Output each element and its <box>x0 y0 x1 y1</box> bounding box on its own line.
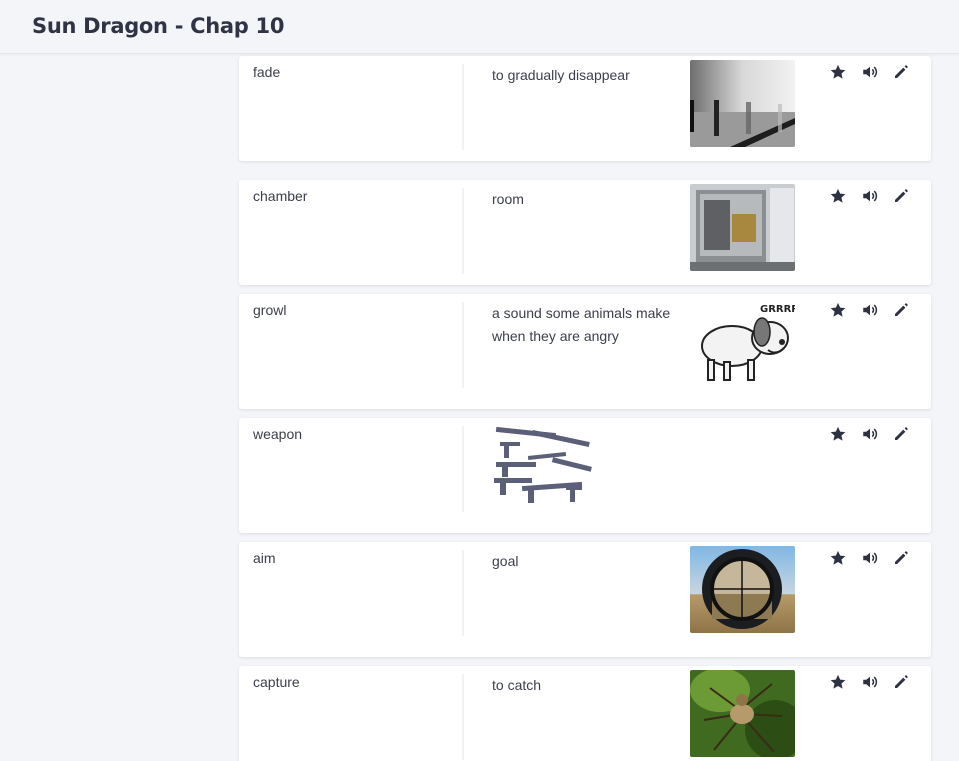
card-term: growl <box>253 302 287 318</box>
card-definition: a sound some animals make when they are … <box>492 305 671 344</box>
card-divider <box>462 550 464 636</box>
growl-image-text: GRRRR! <box>760 304 795 315</box>
vocab-card: chamber room <box>239 180 931 285</box>
card-definition: goal <box>492 553 519 569</box>
card-term: chamber <box>253 188 308 204</box>
vocab-card: weapon <box>239 418 931 533</box>
pencil-icon[interactable] <box>892 63 910 81</box>
card-divider <box>462 426 464 512</box>
pencil-icon[interactable] <box>892 301 910 319</box>
star-icon[interactable] <box>829 673 847 691</box>
card-actions <box>829 673 919 691</box>
card-divider <box>462 302 464 388</box>
speaker-icon[interactable] <box>861 187 879 205</box>
speaker-icon[interactable] <box>861 301 879 319</box>
pencil-icon[interactable] <box>892 549 910 567</box>
pencil-icon[interactable] <box>892 425 910 443</box>
card-image <box>690 60 795 147</box>
card-divider <box>462 188 464 274</box>
card-term: weapon <box>253 426 303 442</box>
speaker-icon[interactable] <box>861 673 879 691</box>
vocab-card: aim goal <box>239 542 931 657</box>
vocab-card: capture to catch <box>239 666 931 761</box>
card-divider <box>462 674 464 760</box>
star-icon[interactable] <box>829 301 847 319</box>
speaker-icon[interactable] <box>861 63 879 81</box>
pencil-icon[interactable] <box>892 673 910 691</box>
card-definition: to catch <box>492 677 542 693</box>
app-header: Sun Dragon - Chap 10 <box>0 0 959 54</box>
card-image <box>492 422 597 509</box>
card-image <box>690 184 795 271</box>
card-term: aim <box>253 550 276 566</box>
vocab-card: growl a sound some animals make when the… <box>239 294 931 409</box>
star-icon[interactable] <box>829 549 847 567</box>
star-icon[interactable] <box>829 425 847 443</box>
card-image <box>690 546 795 633</box>
pencil-icon[interactable] <box>892 187 910 205</box>
card-actions <box>829 301 919 319</box>
speaker-icon[interactable] <box>861 425 879 443</box>
star-icon[interactable] <box>829 63 847 81</box>
star-icon[interactable] <box>829 187 847 205</box>
card-actions <box>829 549 919 567</box>
card-actions <box>829 63 919 81</box>
card-image: GRRRR! <box>690 298 795 385</box>
card-term: capture <box>253 674 300 690</box>
speaker-icon[interactable] <box>861 549 879 567</box>
card-term: fade <box>253 64 281 80</box>
card-definition: room <box>492 191 524 207</box>
page-title: Sun Dragon - Chap 10 <box>32 14 285 38</box>
card-image <box>690 670 795 757</box>
vocab-card: fade to gradually disappear <box>239 56 931 161</box>
card-definition: to gradually disappear <box>492 67 630 83</box>
card-divider <box>462 64 464 150</box>
card-actions <box>829 425 919 443</box>
card-actions <box>829 187 919 205</box>
